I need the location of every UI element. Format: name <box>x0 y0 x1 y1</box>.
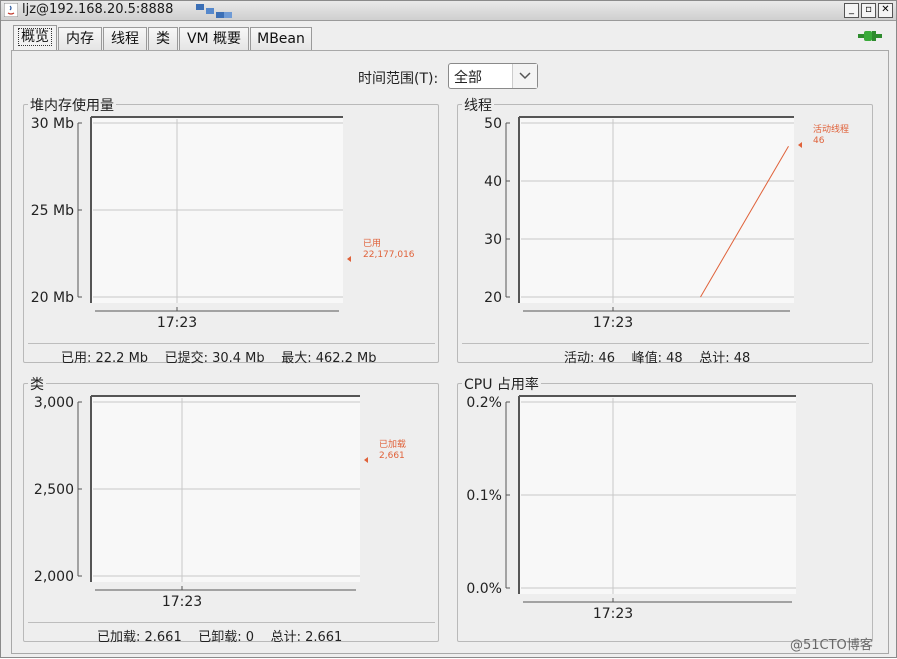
x-tick-label: 17:23 <box>593 606 633 622</box>
cpu-usage-chart: 0.2% 0.1% 0.0% 17:23 <box>466 395 796 622</box>
watermark: @51CTO博客 <box>790 638 873 653</box>
app-window: ljz@192.168.20.5:8888 _ ▫ ✕ 概览 内存 线程 类 V… <box>0 0 897 658</box>
y-tick-label: 0.0% <box>466 581 502 597</box>
y-tick-label: 0.1% <box>466 488 502 504</box>
y-tick-label: 0.2% <box>466 395 502 411</box>
